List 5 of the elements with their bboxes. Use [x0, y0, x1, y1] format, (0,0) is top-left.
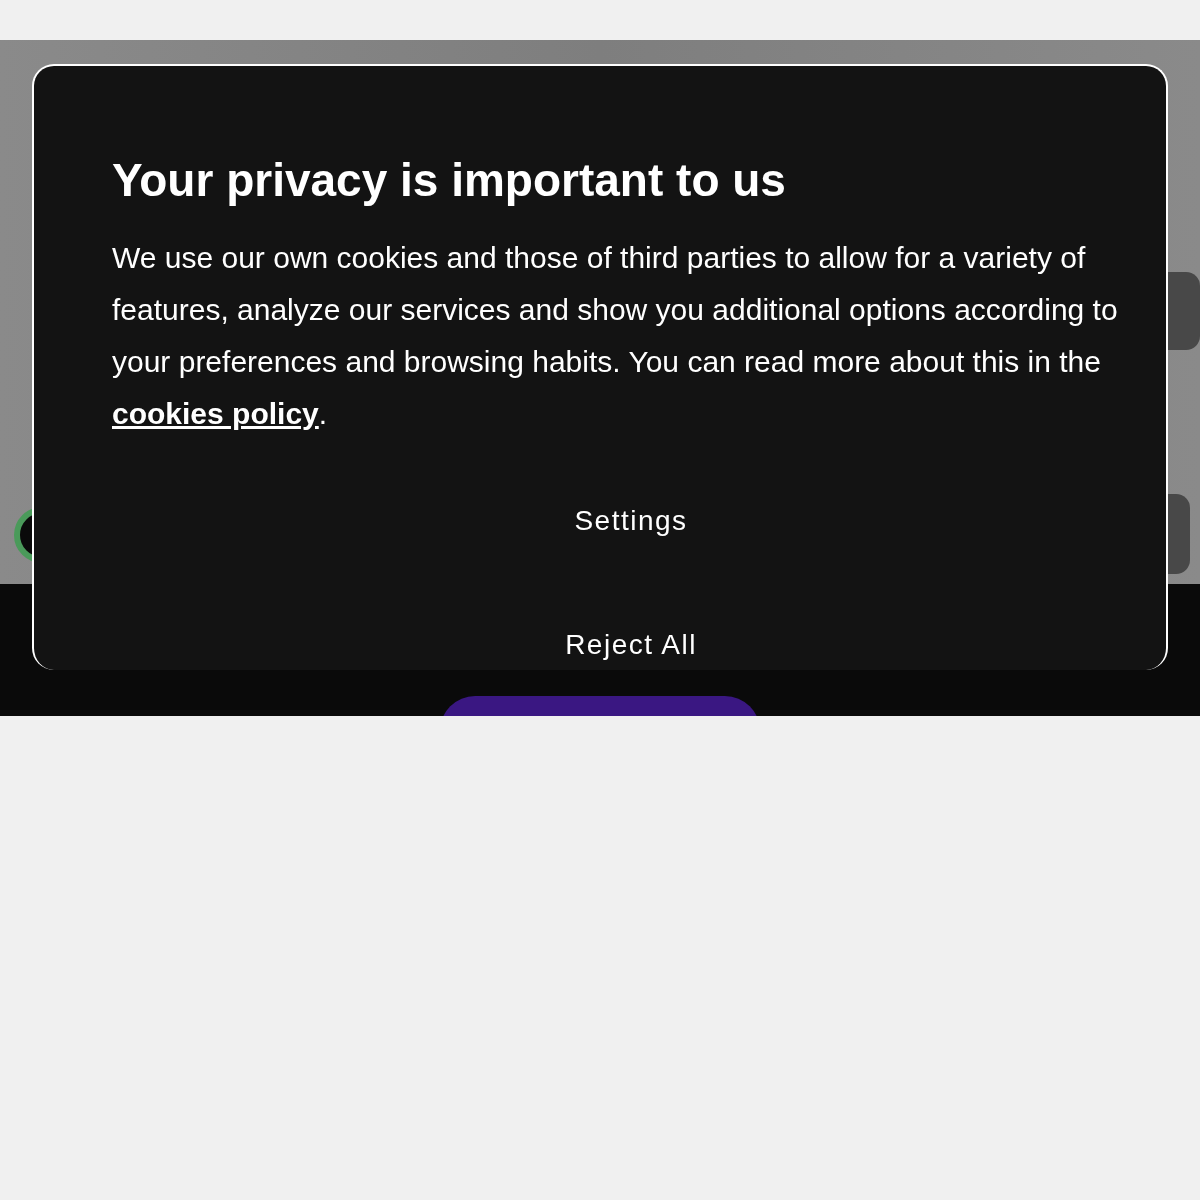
settings-button[interactable]: Settings [566, 502, 696, 540]
dialog-text: We use our own cookies and those of third parties to allow for a variety of features, analyze our services and show you additional options according to your preferences and browsing habits. You can read more about this in the cookies policy. [112, 240, 1119, 432]
dialog-title: Your privacy is important to us [112, 153, 787, 208]
cookies-policy-link[interactable]: cookies policy [112, 397, 319, 430]
reject-button[interactable]: Reject All [557, 626, 705, 664]
